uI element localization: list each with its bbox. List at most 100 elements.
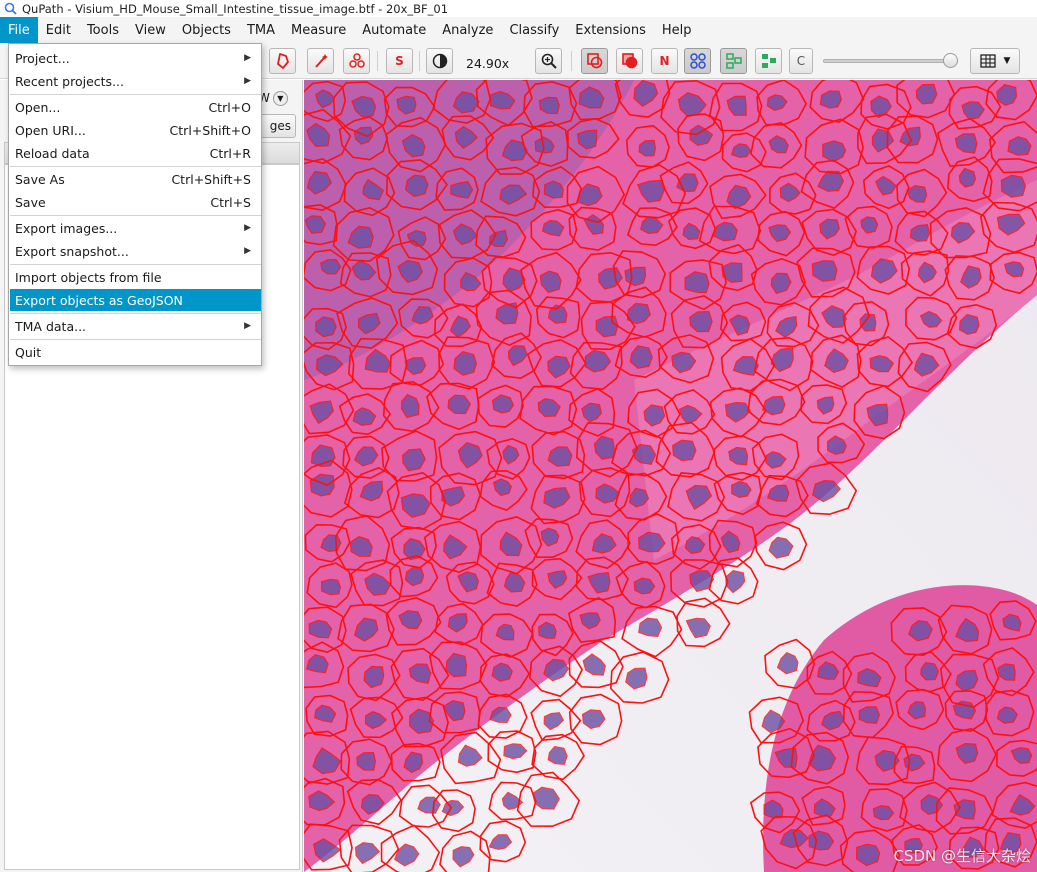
menu-item-project[interactable]: Project... ▶ [10, 47, 261, 69]
menu-help[interactable]: Help [654, 17, 700, 43]
menu-item-accelerator: Ctrl+S [210, 194, 251, 210]
menu-measure[interactable]: Measure [283, 17, 354, 43]
nucleus [920, 661, 940, 681]
menu-extensions[interactable]: Extensions [567, 17, 654, 43]
chevron-right-icon: ▶ [244, 321, 251, 331]
menu-item-accelerator: Ctrl+R [209, 145, 251, 161]
menu-separator [10, 166, 261, 167]
menu-item-label: Recent projects... [15, 73, 124, 89]
points-tool-button[interactable] [343, 48, 370, 74]
menu-file[interactable]: File [0, 17, 38, 43]
toolbar-separator [419, 51, 420, 71]
points-tool-icon [348, 53, 365, 68]
menu-item-accelerator: Ctrl+Shift+O [169, 122, 251, 138]
nucleus [689, 310, 713, 333]
menu-tma[interactable]: TMA [239, 17, 283, 43]
panel-combo[interactable]: W ▼ [258, 88, 288, 108]
chevron-right-icon: ▶ [244, 246, 251, 256]
qupath-app-icon [4, 2, 17, 15]
nucleus [543, 180, 564, 199]
nucleus [958, 167, 977, 188]
menu-item-accelerator: Ctrl+O [208, 99, 251, 115]
menu-item-export-geojson[interactable]: Export objects as GeoJSON [10, 289, 261, 311]
menu-edit[interactable]: Edit [38, 17, 79, 43]
image-viewer[interactable]: CSDN @生信大杂烩 [304, 80, 1037, 872]
menu-separator [10, 339, 261, 340]
menu-item-label: Reload data [15, 145, 90, 161]
menu-item-open[interactable]: Open... Ctrl+O [10, 96, 261, 118]
menu-analyze[interactable]: Analyze [434, 17, 501, 43]
chevron-down-icon: ▼ [272, 90, 288, 106]
detections-icon [725, 53, 742, 69]
tma-grid-icon [689, 53, 706, 69]
menu-item-label: Quit [15, 344, 42, 360]
selection-mode-button[interactable]: S [386, 48, 413, 74]
show-annotations-button[interactable] [581, 48, 608, 74]
menu-item-recent-projects[interactable]: Recent projects... ▶ [10, 70, 261, 92]
menu-item-label: Open URI... [15, 122, 86, 138]
wand-tool-button[interactable] [307, 48, 334, 74]
menu-item-export-images[interactable]: Export images... ▶ [10, 217, 261, 239]
zoom-level: 24.90x [466, 56, 510, 71]
menu-item-save-as[interactable]: Save As Ctrl+Shift+S [10, 168, 261, 190]
nucleus [819, 90, 843, 109]
nucleus [450, 180, 474, 199]
zoom-to-fit-button[interactable] [535, 48, 562, 74]
menu-tools[interactable]: Tools [79, 17, 127, 43]
menu-separator [10, 264, 261, 265]
menu-item-label: Save As [15, 171, 65, 187]
nucleus [915, 83, 938, 105]
polygon-tool-button[interactable] [269, 48, 296, 74]
menu-classify[interactable]: Classify [501, 17, 567, 43]
connections-label: C [796, 54, 806, 68]
fill-annotations-icon [621, 53, 637, 69]
menu-item-label: Save [15, 194, 46, 210]
chevron-down-icon: ▼ [1003, 56, 1011, 66]
fill-detections-button[interactable] [755, 48, 782, 74]
window-title: QuPath - Visium_HD_Mouse_Small_Intestine… [22, 1, 449, 16]
menu-item-open-uri[interactable]: Open URI... Ctrl+Shift+O [10, 119, 261, 141]
show-connections-button[interactable]: C [789, 48, 813, 74]
fill-detections-icon [761, 54, 776, 68]
menu-item-label: Import objects from file [15, 269, 162, 285]
menu-item-save[interactable]: Save Ctrl+S [10, 191, 261, 213]
toolbar-separator [571, 51, 572, 71]
file-menu: Project... ▶ Recent projects... ▶ Open..… [8, 43, 262, 366]
nucleus [356, 751, 377, 771]
grid-options-button[interactable]: ▼ [970, 48, 1020, 74]
menu-separator [10, 313, 261, 314]
nucleus [349, 536, 373, 557]
menu-item-reload-data[interactable]: Reload data Ctrl+R [10, 142, 261, 164]
toolbar-separator [377, 51, 378, 71]
chevron-right-icon: ▶ [244, 76, 251, 86]
show-tma-grid-button[interactable] [684, 48, 711, 74]
title-bar: QuPath - Visium_HD_Mouse_Small_Intestine… [0, 0, 1037, 17]
menu-view[interactable]: View [127, 17, 174, 43]
brightness-contrast-button[interactable] [426, 48, 453, 74]
menu-item-label: Export images... [15, 220, 118, 236]
show-names-button[interactable]: N [651, 48, 678, 74]
selection-mode-label: S [395, 54, 404, 68]
show-detections-button[interactable] [720, 48, 747, 74]
menu-item-tma-data[interactable]: TMA data... ▶ [10, 315, 261, 337]
menu-item-quit[interactable]: Quit [10, 341, 261, 363]
menu-item-export-snapshot[interactable]: Export snapshot... ▶ [10, 240, 261, 262]
opacity-slider-thumb[interactable] [943, 53, 958, 68]
menu-automate[interactable]: Automate [354, 17, 434, 43]
menu-objects[interactable]: Objects [174, 17, 239, 43]
annotations-icon [586, 53, 602, 69]
magnifier-icon [541, 53, 557, 69]
menu-item-import-objects[interactable]: Import objects from file [10, 266, 261, 288]
contrast-icon [432, 53, 447, 69]
fill-annotations-button[interactable] [616, 48, 643, 74]
menu-item-label: Project... [15, 50, 70, 66]
menu-item-label: Open... [15, 99, 61, 115]
panel-images-button-label: ges [269, 119, 291, 133]
chevron-right-icon: ▶ [244, 223, 251, 233]
polygon-tool-icon [276, 53, 289, 69]
opacity-slider-track[interactable] [823, 59, 958, 63]
menu-item-label: Export snapshot... [15, 243, 129, 259]
nucleus [320, 258, 342, 275]
menu-separator [10, 94, 261, 95]
tissue-image[interactable] [304, 80, 1037, 872]
